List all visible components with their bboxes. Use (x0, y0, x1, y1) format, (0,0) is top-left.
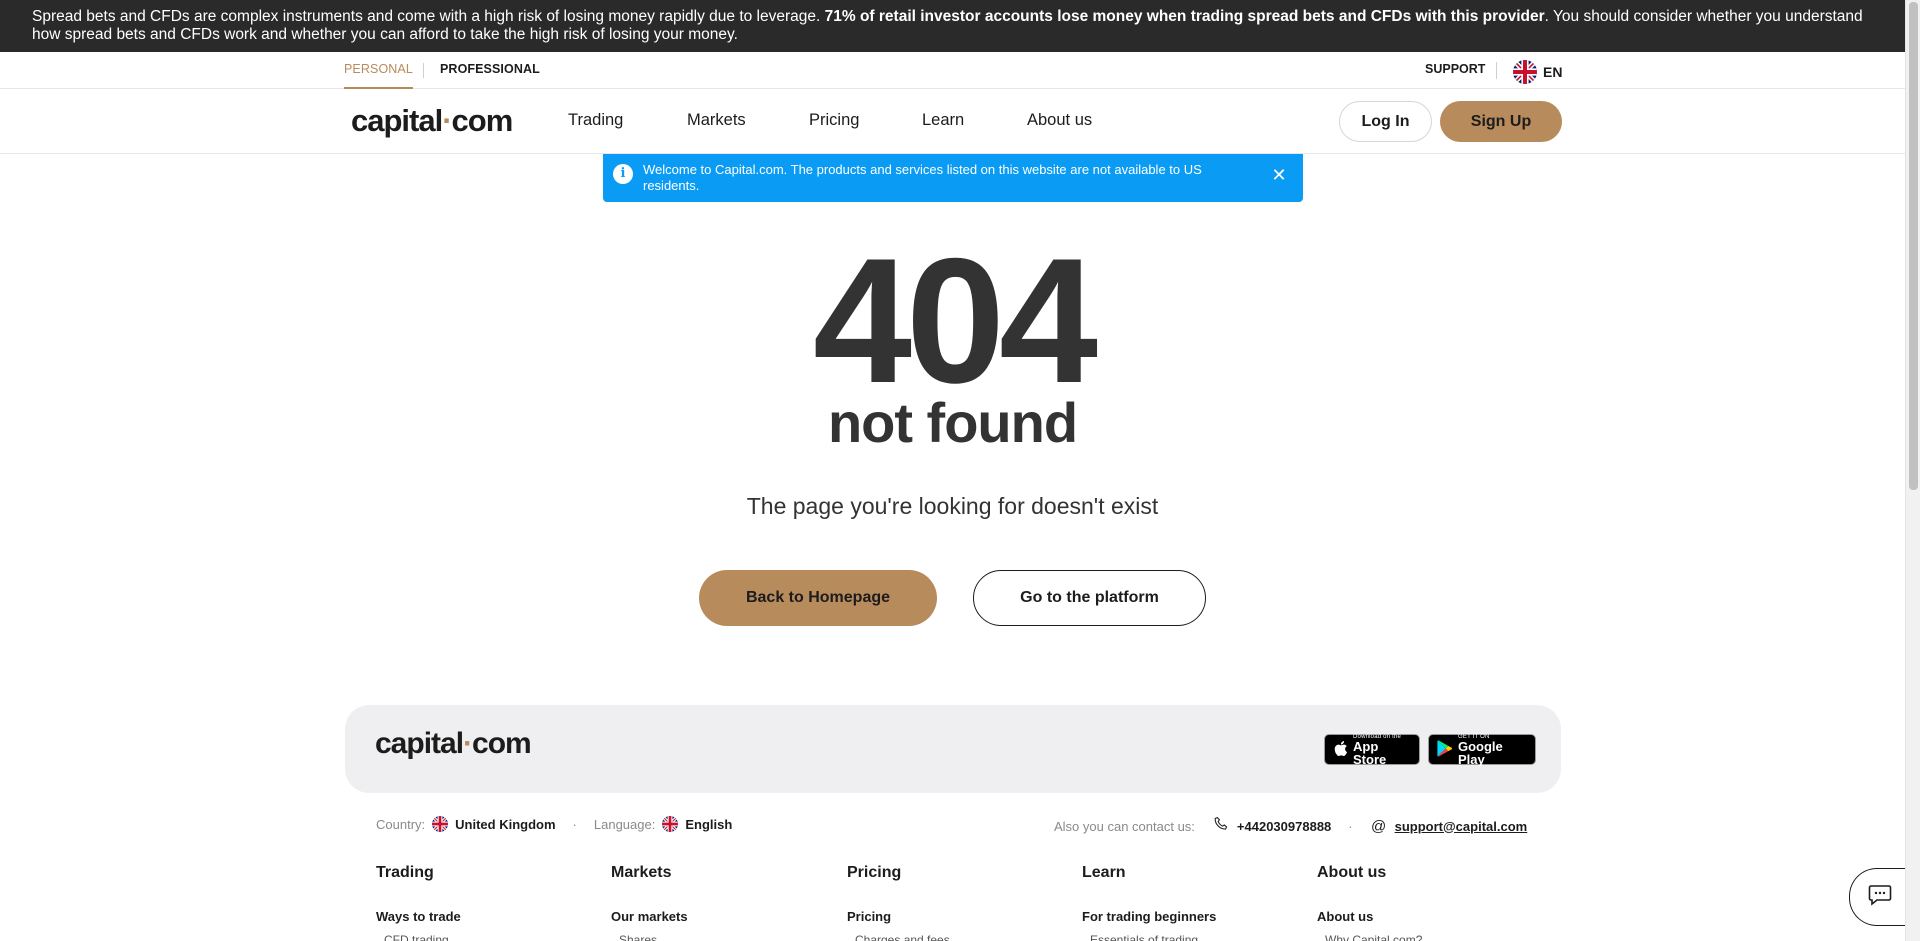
main-navbar: capital·com Trading Markets Pricing Lear… (0, 89, 1905, 154)
risk-warning-banner: Spread bets and CFDs are complex instrum… (0, 0, 1905, 52)
uk-flag-icon (432, 816, 449, 832)
logo-text-left: capital (351, 103, 443, 138)
us-residents-notice: i Welcome to Capital.com. The products a… (603, 154, 1303, 202)
nav-item-learn[interactable]: Learn (922, 111, 964, 130)
chat-bubble-icon (1868, 884, 1892, 911)
page-scrollbar[interactable] (1905, 0, 1920, 941)
country-selector[interactable]: United Kingdom (455, 817, 555, 832)
chat-support-button[interactable] (1849, 868, 1909, 926)
footer-link-pricing[interactable]: Pricing (847, 909, 891, 924)
google-play-icon (1437, 739, 1453, 760)
contact-label: Also you can contact us: (1054, 818, 1195, 834)
google-play-badge[interactable]: GET IT ON Google Play (1428, 734, 1536, 767)
segment-divider (423, 63, 424, 78)
country-language-row: Country: United Kingdom · Language: Engl… (376, 816, 732, 832)
apple-icon (1333, 740, 1348, 760)
nav-item-about-us[interactable]: About us (1027, 111, 1092, 130)
support-divider (1496, 62, 1497, 79)
footer-sublink-cfd-trading[interactable]: CFD trading (384, 933, 449, 941)
country-label: Country: (376, 816, 426, 832)
footer-col-about-title[interactable]: About us (1317, 864, 1386, 882)
footer-col-markets-title[interactable]: Markets (611, 864, 671, 882)
nav-item-trading[interactable]: Trading (568, 111, 623, 130)
footer-capital-com-logo[interactable]: capital·com (375, 727, 532, 761)
footer-link-about-us[interactable]: About us (1317, 909, 1373, 924)
language-value-selector[interactable]: English (685, 817, 732, 832)
app-store-big-text: App Store (1353, 738, 1387, 767)
risk-warning-text-start: Spread bets and CFDs are complex instrum… (32, 8, 825, 25)
top-utility-bar: PERSONAL PROFESSIONAL SUPPORT EN (0, 52, 1905, 89)
error-code: 404 (813, 221, 1098, 420)
separator-dot: · (1348, 818, 1353, 834)
go-to-platform-button[interactable]: Go to the platform (973, 570, 1206, 626)
footer-col-trading-title[interactable]: Trading (376, 864, 434, 882)
login-button[interactable]: Log In (1339, 101, 1432, 142)
close-icon[interactable]: ✕ (1271, 166, 1287, 184)
footer-sublink-shares[interactable]: Shares (619, 933, 657, 941)
uk-flag-icon (1513, 60, 1537, 84)
error-title: not found (827, 391, 1078, 454)
email-link[interactable]: support@capital.com (1395, 819, 1528, 834)
scrollbar-thumb[interactable] (1909, 2, 1918, 490)
footer-brand-card: capital·com Download on the App Store GE… (345, 705, 1561, 793)
footer-sublink-why-capital[interactable]: Why Capital.com? (1325, 933, 1422, 941)
signup-button[interactable]: Sign Up (1440, 101, 1562, 142)
capital-com-logo[interactable]: capital·com (351, 103, 514, 139)
footer-logo-text-left: capital (375, 727, 464, 760)
phone-icon (1212, 816, 1230, 836)
footer-logo-dot: · (463, 727, 473, 760)
logo-dot: · (442, 103, 452, 138)
google-play-big-text: Google Play (1458, 738, 1503, 767)
footer-col-learn-title[interactable]: Learn (1082, 864, 1126, 882)
footer-link-our-markets[interactable]: Our markets (611, 909, 688, 924)
support-link[interactable]: SUPPORT (1425, 62, 1485, 76)
phone-link[interactable]: +442030978888 (1237, 819, 1331, 834)
language-selector[interactable]: EN (1513, 60, 1562, 84)
footer-logo-text-right: com (472, 727, 532, 760)
logo-text-right: com (451, 103, 514, 138)
app-store-badge[interactable]: Download on the App Store (1324, 734, 1420, 767)
risk-warning-text-bold: 71% of retail investor accounts lose mon… (824, 8, 1545, 25)
contact-row: Also you can contact us: +442030978888 ·… (1054, 816, 1527, 836)
segment-personal-tab[interactable]: PERSONAL (344, 62, 413, 89)
footer-col-pricing-title[interactable]: Pricing (847, 864, 901, 882)
footer-link-ways-to-trade[interactable]: Ways to trade (376, 909, 461, 924)
language-code: EN (1543, 64, 1563, 80)
error-message: The page you're looking for doesn't exis… (746, 493, 1159, 519)
nav-item-pricing[interactable]: Pricing (809, 111, 859, 130)
uk-flag-icon (662, 816, 679, 832)
footer-sublink-essentials[interactable]: Essentials of trading (1090, 933, 1198, 941)
footer-link-trading-beginners[interactable]: For trading beginners (1082, 909, 1216, 924)
info-icon: i (613, 164, 633, 184)
segment-professional-tab[interactable]: PROFESSIONAL (440, 62, 540, 76)
language-label: Language: (593, 816, 656, 832)
nav-item-markets[interactable]: Markets (687, 111, 746, 130)
at-icon: @ (1371, 817, 1387, 835)
back-to-homepage-button[interactable]: Back to Homepage (699, 570, 937, 626)
footer-sublink-charges-fees[interactable]: Charges and fees (855, 933, 950, 941)
separator-dot: · (572, 816, 577, 832)
notice-text: Welcome to Capital.com. The products and… (643, 162, 1202, 193)
